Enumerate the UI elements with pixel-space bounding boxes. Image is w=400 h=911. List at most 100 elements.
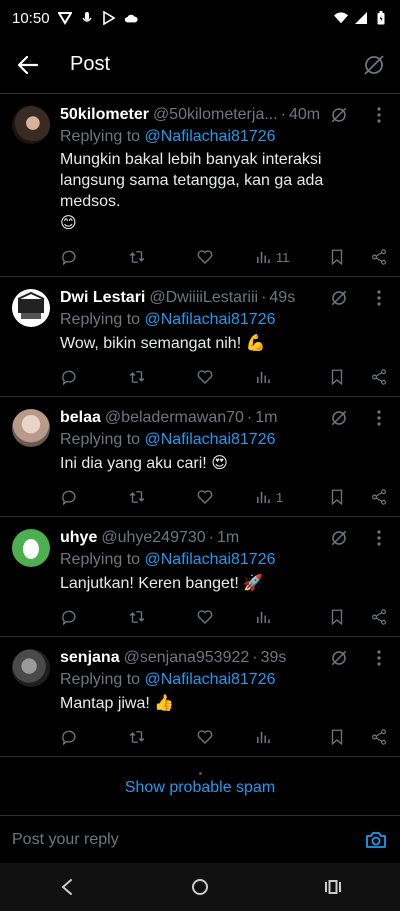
avatar[interactable] — [12, 106, 50, 144]
repost-icon[interactable] — [128, 248, 196, 266]
loading-dot — [199, 772, 202, 775]
more-options-icon[interactable] — [370, 106, 388, 124]
views-icon[interactable] — [254, 728, 328, 746]
repost-icon[interactable] — [128, 728, 196, 746]
reply-icon[interactable] — [60, 608, 128, 626]
timestamp: 49s — [269, 289, 296, 306]
avatar[interactable] — [12, 409, 50, 447]
play-store-icon — [102, 11, 116, 25]
like-icon[interactable] — [196, 248, 254, 266]
more-options-icon[interactable] — [370, 529, 388, 547]
share-icon[interactable] — [370, 728, 388, 746]
author-name[interactable]: belaa — [60, 409, 101, 427]
reply-text-body: Lanjutkan! Keren banget! — [60, 575, 239, 592]
reply-item[interactable]: senjana @senjana953922 · 39s Replying to… — [0, 637, 400, 757]
grok-icon[interactable] — [330, 409, 348, 427]
reply-text-body: Mantap jiwa! — [60, 695, 150, 712]
grok-icon[interactable] — [330, 106, 348, 124]
replying-prefix: Replying to — [60, 311, 141, 328]
action-bar — [60, 366, 388, 388]
share-icon[interactable] — [370, 368, 388, 386]
like-icon[interactable] — [196, 368, 254, 386]
reply-text-body: Mungkin bakal lebih banyak interaksi lan… — [60, 151, 324, 210]
replying-to: Replying to @Nafilachai81726 — [60, 311, 388, 329]
views-icon[interactable]: 1 — [254, 488, 328, 506]
author-name[interactable]: 50kilometer — [60, 106, 149, 124]
share-icon[interactable] — [370, 608, 388, 626]
show-probable-spam-link[interactable]: Show probable spam — [0, 779, 400, 797]
reply-input[interactable] — [12, 830, 364, 849]
reply-item[interactable]: uhye @uhye249730 · 1m Replying to @Nafil… — [0, 517, 400, 637]
reply-item[interactable]: belaa @beladermawan70 · 1m Replying to @… — [0, 397, 400, 517]
replying-prefix: Replying to — [60, 128, 141, 145]
timestamp: 1m — [217, 529, 240, 546]
separator-dot: · — [261, 289, 267, 306]
nav-recents-icon[interactable] — [313, 867, 353, 907]
bookmark-icon[interactable] — [328, 248, 360, 266]
reply-text: Wow, bikin semangat nih! 💪 — [60, 332, 388, 354]
mic-icon — [80, 11, 94, 25]
grok-icon[interactable] — [330, 649, 348, 667]
author-handle[interactable]: @beladermawan70 — [105, 409, 244, 427]
view-count: 1 — [276, 489, 284, 505]
replying-prefix: Replying to — [60, 431, 141, 448]
views-icon[interactable] — [254, 608, 328, 626]
views-icon[interactable] — [254, 368, 328, 386]
nav-back-icon[interactable] — [47, 867, 87, 907]
reply-icon[interactable] — [60, 728, 128, 746]
reply-text-body: Ini dia yang aku cari! — [60, 455, 207, 472]
author-handle[interactable]: @senjana953922 — [124, 649, 250, 667]
share-icon[interactable] — [370, 488, 388, 506]
author-name[interactable]: Dwi Lestari — [60, 289, 145, 307]
avatar[interactable] — [12, 529, 50, 567]
avatar[interactable] — [12, 649, 50, 687]
repost-icon[interactable] — [128, 488, 196, 506]
bookmark-icon[interactable] — [328, 488, 360, 506]
repost-icon[interactable] — [128, 608, 196, 626]
more-options-icon[interactable] — [370, 289, 388, 307]
bookmark-icon[interactable] — [328, 608, 360, 626]
mention-link[interactable]: @Nafilachai81726 — [145, 311, 276, 328]
camera-icon[interactable] — [364, 828, 388, 852]
nav-home-icon[interactable] — [180, 867, 220, 907]
mention-link[interactable]: @Nafilachai81726 — [145, 551, 276, 568]
separator-dot: · — [208, 529, 214, 546]
author-handle[interactable]: @DwiiiiLestariii — [149, 289, 258, 307]
reply-icon[interactable] — [60, 488, 128, 506]
reply-item[interactable]: Dwi Lestari @DwiiiiLestariii · 49s Reply… — [0, 277, 400, 397]
replying-prefix: Replying to — [60, 671, 141, 688]
mention-link[interactable]: @Nafilachai81726 — [145, 431, 276, 448]
like-icon[interactable] — [196, 488, 254, 506]
author-name[interactable]: senjana — [60, 649, 120, 667]
replying-to: Replying to @Nafilachai81726 — [60, 431, 388, 449]
more-options-icon[interactable] — [370, 649, 388, 667]
mention-link[interactable]: @Nafilachai81726 — [145, 128, 276, 145]
grok-icon[interactable] — [330, 529, 348, 547]
more-options-icon[interactable] — [370, 409, 388, 427]
bookmark-icon[interactable] — [328, 728, 360, 746]
signal-icon — [354, 11, 368, 25]
author-name[interactable]: uhye — [60, 529, 97, 547]
share-icon[interactable] — [370, 248, 388, 266]
avatar[interactable] — [12, 289, 50, 327]
repost-icon[interactable] — [128, 368, 196, 386]
app-header: Post — [0, 36, 400, 94]
views-icon[interactable]: 11 — [254, 248, 328, 266]
arrow-left-icon[interactable] — [16, 53, 40, 77]
reply-item[interactable]: 50kilometer @50kilometerja... · 40m Repl… — [0, 94, 400, 277]
author-handle[interactable]: @uhye249730 — [101, 529, 205, 547]
grok-icon[interactable] — [330, 289, 348, 307]
reply-icon[interactable] — [60, 248, 128, 266]
emoji: 🚀 — [243, 573, 264, 592]
mention-link[interactable]: @Nafilachai81726 — [145, 671, 276, 688]
grok-icon[interactable] — [362, 53, 386, 77]
status-bar: 10:50 — [0, 0, 400, 36]
like-icon[interactable] — [196, 728, 254, 746]
author-handle[interactable]: @50kilometerja... — [153, 106, 278, 124]
bookmark-icon[interactable] — [328, 368, 360, 386]
reply-icon[interactable] — [60, 368, 128, 386]
reply-text: Ini dia yang aku cari! 😍 — [60, 452, 388, 474]
like-icon[interactable] — [196, 608, 254, 626]
action-bar — [60, 606, 388, 628]
timestamp: 39s — [260, 649, 287, 666]
